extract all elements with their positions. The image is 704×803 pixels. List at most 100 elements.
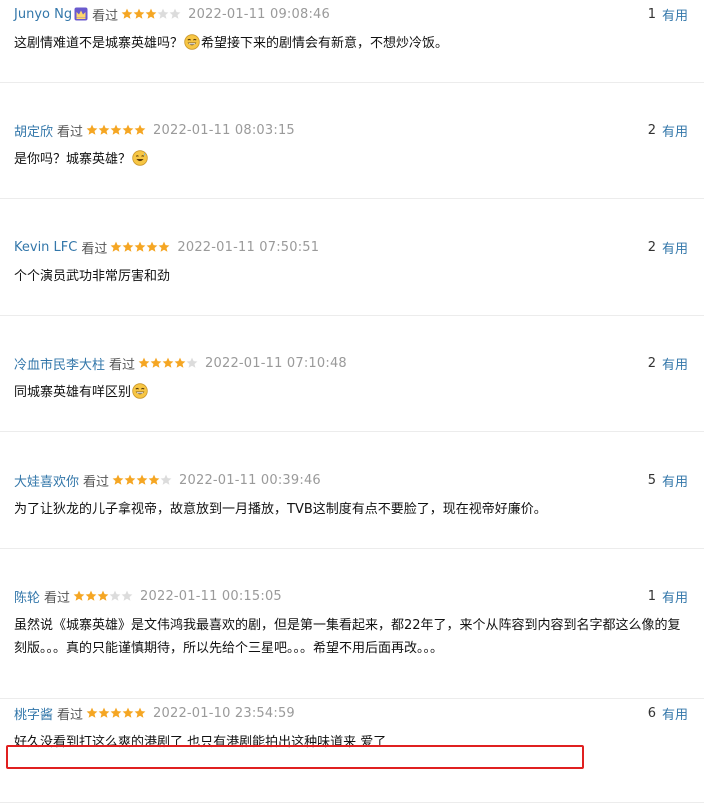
username-link[interactable]: 陈轮 bbox=[14, 587, 40, 606]
star-icon bbox=[121, 8, 133, 19]
vote-count: 1 bbox=[647, 6, 656, 22]
watch-status: 看过 bbox=[57, 707, 84, 723]
grinning-emoji-icon bbox=[132, 383, 148, 399]
star-icon bbox=[162, 357, 174, 368]
comment-text: 这剧情难道不是城寨英雄吗？ 希望接下来的剧情会有新意，不想炒冷饭。 bbox=[14, 32, 684, 55]
comment-meta: Junyo Ng 看过 2022-01-11 09:08:46 bbox=[14, 4, 330, 24]
comment-text-part: 希望接下来的剧情会有新意，不想炒冷饭。 bbox=[201, 36, 449, 51]
username-link[interactable]: 大娃喜欢你 bbox=[14, 471, 79, 490]
star-icon bbox=[134, 124, 146, 135]
comment-text-part: 为了让狄龙的儿子拿视帝，故意放到一月播放，TVB这制度有点不要脸了，现在视帝好廉… bbox=[14, 502, 547, 517]
comment-item: 胡定欣 看过 2022-01-11 08:03:15 2 有用是你吗？城寨英雄？ bbox=[0, 116, 704, 199]
rating-stars bbox=[110, 241, 170, 253]
vote-area: 2 有用 bbox=[648, 120, 688, 140]
comment-text: 个个演员武功非常厉害和劲 bbox=[14, 265, 684, 288]
comment-time: 2022-01-11 07:50:51 bbox=[177, 239, 320, 255]
star-icon bbox=[133, 8, 145, 19]
useful-button[interactable]: 有用 bbox=[662, 354, 688, 373]
useful-button[interactable]: 有用 bbox=[662, 121, 688, 140]
star-icon bbox=[109, 590, 121, 601]
comment-item: 大娃喜欢你 看过 2022-01-11 00:39:46 5 有用为了让狄龙的儿子拿视帝… bbox=[0, 466, 704, 549]
comment-meta: 桃字酱 看过 2022-01-10 23:54:59 bbox=[14, 703, 295, 723]
star-icon bbox=[146, 241, 158, 252]
star-icon bbox=[85, 590, 97, 601]
vote-area: 6 有用 bbox=[648, 703, 688, 723]
username-link[interactable]: 桃字酱 bbox=[14, 704, 53, 723]
rating-stars bbox=[121, 8, 181, 20]
useful-button[interactable]: 有用 bbox=[662, 587, 688, 606]
vote-count: 1 bbox=[647, 588, 656, 604]
comment-meta: 冷血市民李大柱 看过 2022-01-11 07:10:48 bbox=[14, 353, 347, 373]
rating-stars bbox=[86, 707, 146, 719]
comment-item: Junyo Ng 看过 2022-01-11 09:08:46 1 有用这剧情难道不是城… bbox=[0, 0, 704, 83]
comment-time: 2022-01-11 00:39:46 bbox=[179, 472, 321, 488]
comment-time: 2022-01-10 23:54:59 bbox=[153, 705, 295, 721]
star-icon bbox=[158, 241, 170, 252]
star-icon bbox=[121, 590, 133, 601]
watch-status: 看过 bbox=[83, 474, 110, 490]
comment-item: 冷血市民李大柱 看过 2022-01-11 07:10:48 2 有用同城寨英雄有咩区别 bbox=[0, 349, 704, 432]
comment-meta: 大娃喜欢你 看过 2022-01-11 00:39:46 bbox=[14, 470, 321, 490]
comment-text: 为了让狄龙的儿子拿视帝，故意放到一月播放，TVB这制度有点不要脸了，现在视帝好廉… bbox=[14, 498, 684, 521]
vote-count: 2 bbox=[647, 355, 656, 371]
username-link[interactable]: 胡定欣 bbox=[14, 121, 53, 140]
vote-count: 2 bbox=[647, 122, 656, 138]
rating-stars bbox=[138, 357, 198, 369]
star-icon bbox=[73, 590, 85, 601]
vote-area: 5 有用 bbox=[648, 470, 688, 490]
vote-count: 5 bbox=[647, 472, 656, 488]
watch-status: 看过 bbox=[57, 124, 84, 140]
star-icon bbox=[86, 124, 98, 135]
useful-button[interactable]: 有用 bbox=[662, 238, 688, 257]
comment-item: Kevin LFC 看过 2022-01-11 07:50:51 2 有用个个演员武功非… bbox=[0, 233, 704, 316]
vote-count: 2 bbox=[647, 239, 656, 255]
star-icon bbox=[97, 590, 109, 601]
vote-count: 6 bbox=[647, 705, 656, 721]
comment-text-part: 个个演员武功非常厉害和劲 bbox=[14, 269, 171, 284]
useful-button[interactable]: 有用 bbox=[662, 704, 688, 723]
vote-area: 2 有用 bbox=[648, 353, 688, 373]
star-icon bbox=[169, 8, 181, 19]
watch-status: 看过 bbox=[109, 357, 136, 373]
useful-button[interactable]: 有用 bbox=[662, 5, 688, 24]
comment-text-part: 这剧情难道不是城寨英雄吗？ bbox=[14, 36, 184, 51]
useful-button[interactable]: 有用 bbox=[662, 471, 688, 490]
star-icon bbox=[150, 357, 162, 368]
star-icon bbox=[136, 474, 148, 485]
star-icon bbox=[174, 357, 186, 368]
star-icon bbox=[122, 241, 134, 252]
comment-text: 同城寨英雄有咩区别 bbox=[14, 381, 684, 404]
comment-text-part: 是你吗？城寨英雄？ bbox=[14, 152, 132, 167]
comment-text-part: 好久没看到打这么爽的港剧了 也只有港剧能拍出这种味道来 爱了 bbox=[14, 735, 387, 750]
username-link[interactable]: 冷血市民李大柱 bbox=[14, 354, 105, 373]
star-icon bbox=[145, 8, 157, 19]
star-icon bbox=[110, 241, 122, 252]
star-icon bbox=[122, 707, 134, 718]
comment-time: 2022-01-11 08:03:15 bbox=[153, 122, 295, 138]
star-icon bbox=[186, 357, 198, 368]
rating-stars bbox=[112, 474, 172, 486]
comment-text: 好久没看到打这么爽的港剧了 也只有港剧能拍出这种味道来 爱了 bbox=[14, 731, 684, 754]
comment-text-part: 虽然说《城寨英雄》是文伟鸿我最喜欢的剧，但是第一集看起来，都22年了，来个从阵容… bbox=[14, 618, 681, 656]
username-link[interactable]: Junyo Ng bbox=[14, 7, 72, 22]
comment-meta: 陈轮 看过 2022-01-11 00:15:05 bbox=[14, 586, 282, 606]
comment-meta: 胡定欣 看过 2022-01-11 08:03:15 bbox=[14, 120, 295, 140]
comment-time: 2022-01-11 09:08:46 bbox=[188, 6, 330, 22]
comment-time: 2022-01-11 07:10:48 bbox=[205, 355, 347, 371]
star-icon bbox=[148, 474, 160, 485]
comment-meta: Kevin LFC 看过 2022-01-11 07:50:51 bbox=[14, 237, 319, 257]
star-icon bbox=[134, 707, 146, 718]
star-icon bbox=[138, 357, 150, 368]
star-icon bbox=[98, 124, 110, 135]
star-icon bbox=[98, 707, 110, 718]
rating-stars bbox=[73, 590, 133, 602]
comment-time: 2022-01-11 00:15:05 bbox=[140, 588, 282, 604]
watch-status: 看过 bbox=[44, 590, 71, 606]
rating-stars bbox=[86, 124, 146, 136]
crown-badge-icon bbox=[74, 7, 88, 21]
comment-text-part: 同城寨英雄有咩区别 bbox=[14, 385, 132, 400]
star-icon bbox=[160, 474, 172, 485]
comment-item: 陈轮 看过 2022-01-11 00:15:05 1 有用虽然说《城寨英雄》是文伟鸿我… bbox=[0, 582, 704, 699]
username-link[interactable]: Kevin LFC bbox=[14, 240, 77, 255]
vote-area: 1 有用 bbox=[648, 586, 688, 606]
